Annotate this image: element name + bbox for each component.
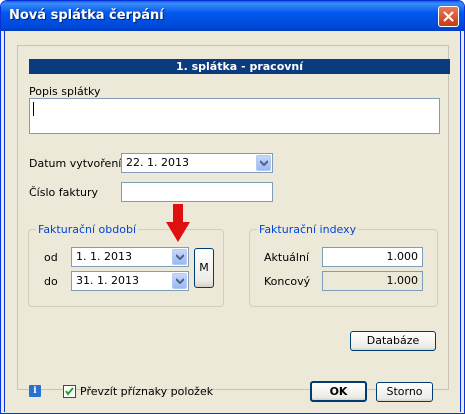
checkmark-icon: [65, 387, 74, 396]
obdobi-legend: Fakturační období: [36, 223, 139, 236]
storno-button[interactable]: Storno: [376, 382, 433, 402]
od-label: od: [44, 251, 58, 264]
window-title: Nová splátka čerpání: [9, 8, 164, 23]
chevron-down-icon: [176, 254, 184, 260]
popis-label: Popis splátky: [29, 85, 101, 98]
prevzit-label[interactable]: Převzít příznaky položek: [80, 385, 213, 398]
aktualni-input[interactable]: 1.000: [322, 247, 423, 267]
red-arrow-icon: [166, 204, 190, 242]
od-select[interactable]: 1. 1. 2013: [71, 247, 189, 267]
month-button[interactable]: M: [194, 248, 214, 288]
do-select[interactable]: 31. 1. 2013: [71, 271, 189, 291]
dialog-window: Nová splátka čerpání 1. splátka - pracov…: [0, 0, 465, 414]
datum-dropdown-button[interactable]: [256, 155, 271, 171]
koncovy-label: Koncový: [264, 275, 311, 288]
aktualni-label: Aktuální: [264, 251, 310, 264]
od-dropdown-button[interactable]: [172, 249, 187, 265]
do-label: do: [44, 275, 58, 288]
popis-textarea[interactable]: [29, 98, 440, 134]
text-caret: [33, 102, 34, 116]
close-button[interactable]: [438, 6, 459, 27]
prevzit-checkbox[interactable]: [63, 385, 76, 398]
dialog-client: 1. splátka - pracovní Popis splátky Datu…: [4, 31, 461, 412]
chevron-down-icon: [260, 160, 268, 166]
ok-button[interactable]: OK: [310, 381, 367, 402]
datum-label: Datum vytvoření: [29, 157, 122, 170]
faktura-label: Číslo faktury: [29, 186, 99, 199]
close-icon: [443, 11, 454, 22]
chevron-down-icon: [176, 278, 184, 284]
faktura-input[interactable]: [121, 182, 273, 202]
indexy-group: Fakturační indexy: [249, 223, 438, 307]
koncovy-input: 1.000: [322, 271, 423, 291]
databaze-button[interactable]: Databáze: [350, 331, 436, 351]
datum-select[interactable]: 22. 1. 2013: [121, 153, 273, 173]
title-bar[interactable]: Nová splátka čerpání: [1, 1, 464, 31]
aktualni-value: 1.000: [386, 250, 419, 263]
koncovy-value: 1.000: [386, 274, 419, 287]
info-icon[interactable]: i: [29, 385, 41, 397]
installment-header: 1. splátka - pracovní: [29, 59, 450, 74]
do-value: 31. 1. 2013: [76, 274, 139, 287]
do-dropdown-button[interactable]: [172, 273, 187, 289]
od-value: 1. 1. 2013: [76, 250, 132, 263]
indexy-legend: Fakturační indexy: [257, 223, 359, 236]
datum-value: 22. 1. 2013: [126, 156, 189, 169]
